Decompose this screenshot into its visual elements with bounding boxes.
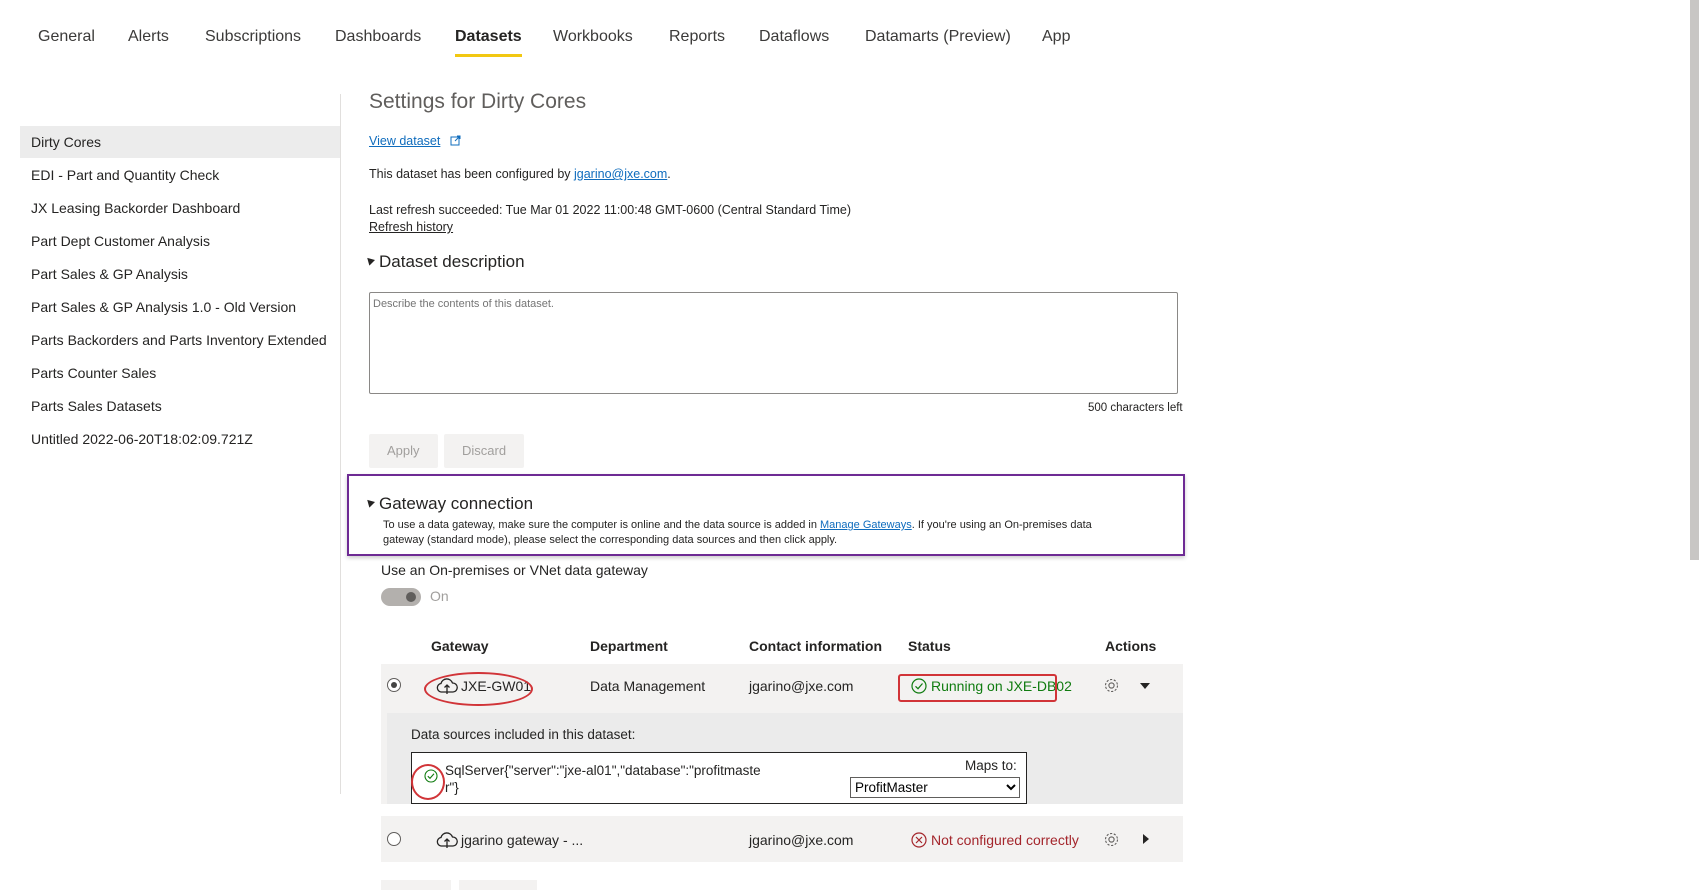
gateway-connection-toggle[interactable]: Gateway connection bbox=[364, 494, 534, 514]
gateway-name: jgarino gateway - ... bbox=[461, 832, 584, 848]
gateway-instructions-text: To use a data gateway, make sure the com… bbox=[383, 519, 821, 531]
gateway-toggle[interactable] bbox=[381, 588, 421, 606]
gateway-status: Not configured correctly bbox=[931, 832, 1079, 848]
configured-by-text: This dataset has been configured by bbox=[369, 167, 574, 181]
view-dataset-row: View dataset bbox=[369, 134, 461, 148]
scrollbar[interactable] bbox=[1690, 0, 1699, 560]
configured-by-email[interactable]: jgarino@jxe.com bbox=[574, 167, 667, 181]
gateway-connection-heading: Gateway connection bbox=[379, 494, 534, 513]
header-actions: Actions bbox=[1105, 638, 1157, 654]
collapse-triangle-icon bbox=[364, 255, 376, 266]
sidebar-item-untitled[interactable]: Untitled 2022-06-20T18:02:09.721Z bbox=[20, 423, 340, 455]
sidebar-item-dirty-cores[interactable]: Dirty Cores bbox=[20, 126, 340, 158]
annotation-rect-status bbox=[898, 674, 1057, 702]
chevron-right-icon[interactable] bbox=[1142, 833, 1150, 845]
data-source-item: SqlServer{"server":"jxe-al01","database"… bbox=[411, 752, 1027, 804]
tab-dashboards[interactable]: Dashboards bbox=[335, 28, 421, 54]
external-link-icon bbox=[450, 135, 461, 146]
gateway-instructions-text-3: gateway (standard mode), please select t… bbox=[383, 534, 838, 546]
dataset-description-input[interactable] bbox=[369, 292, 1178, 394]
header-status: Status bbox=[908, 638, 951, 654]
sidebar-item-parts-sales-datasets[interactable]: Parts Sales Datasets bbox=[20, 390, 340, 422]
configured-by: This dataset has been configured by jgar… bbox=[369, 167, 671, 181]
sidebar-item-edi[interactable]: EDI - Part and Quantity Check bbox=[20, 159, 340, 191]
tab-dataflows[interactable]: Dataflows bbox=[759, 28, 829, 54]
gateway-contact: jgarino@jxe.com bbox=[749, 678, 854, 694]
dataset-description-toggle[interactable]: Dataset description bbox=[364, 252, 525, 272]
gateway-row-jgarino: jgarino gateway - ... jgarino@jxe.com No… bbox=[381, 816, 1183, 862]
tab-alerts[interactable]: Alerts bbox=[128, 28, 169, 54]
gear-icon[interactable] bbox=[1103, 677, 1120, 694]
dataset-list: Dirty Cores EDI - Part and Quantity Chec… bbox=[20, 126, 340, 456]
maps-to-label: Maps to: bbox=[965, 758, 1017, 773]
data-source-name-line2: r"} bbox=[445, 780, 459, 795]
gateway-connection-highlight: Gateway connection To use a data gateway… bbox=[347, 474, 1185, 556]
data-sources-label: Data sources included in this dataset: bbox=[411, 727, 636, 742]
collapse-triangle-icon bbox=[364, 497, 376, 508]
sidebar-item-parts-counter[interactable]: Parts Counter Sales bbox=[20, 357, 340, 389]
data-source-name: SqlServer{"server":"jxe-al01","database"… bbox=[445, 762, 761, 796]
gear-icon[interactable] bbox=[1103, 831, 1120, 848]
maps-to-select[interactable]: ProfitMaster bbox=[850, 777, 1020, 798]
sidebar-item-part-dept[interactable]: Part Dept Customer Analysis bbox=[20, 225, 340, 257]
tab-datasets[interactable]: Datasets bbox=[455, 28, 522, 57]
chars-left: 500 characters left bbox=[1088, 402, 1183, 414]
gateway-radio-selected[interactable] bbox=[387, 678, 401, 692]
header-department: Department bbox=[590, 638, 668, 654]
apply-button[interactable]: Apply bbox=[369, 434, 438, 468]
toggle-state-label: On bbox=[430, 588, 449, 604]
tab-datamarts[interactable]: Datamarts (Preview) bbox=[865, 28, 1011, 54]
cloud-gateway-icon bbox=[436, 832, 458, 848]
sidebar-item-part-sales-gp[interactable]: Part Sales & GP Analysis bbox=[20, 258, 340, 290]
sidebar-item-part-sales-gp-old[interactable]: Part Sales & GP Analysis 1.0 - Old Versi… bbox=[20, 291, 340, 323]
sidebar-divider bbox=[340, 94, 341, 794]
tab-subscriptions[interactable]: Subscriptions bbox=[205, 28, 301, 54]
tab-general[interactable]: General bbox=[38, 28, 95, 54]
view-dataset-link[interactable]: View dataset bbox=[369, 134, 440, 148]
tab-reports[interactable]: Reports bbox=[669, 28, 725, 54]
data-source-name-line1: SqlServer{"server":"jxe-al01","database"… bbox=[445, 763, 761, 778]
tab-workbooks[interactable]: Workbooks bbox=[553, 28, 633, 54]
error-circle-icon bbox=[911, 832, 927, 848]
discard-button[interactable]: Discard bbox=[444, 434, 525, 468]
gateway-contact: jgarino@jxe.com bbox=[749, 832, 854, 848]
header-gateway: Gateway bbox=[431, 638, 489, 654]
gateway-instructions: To use a data gateway, make sure the com… bbox=[383, 518, 1173, 548]
data-sources-panel: Data sources included in this dataset: S… bbox=[387, 713, 1183, 804]
sidebar-item-parts-backorders[interactable]: Parts Backorders and Parts Inventory Ext… bbox=[20, 324, 340, 356]
annotation-oval-gateway bbox=[424, 672, 533, 706]
gateway-instructions-text-2: . If you're using an On-premises data bbox=[911, 519, 1092, 531]
annotation-oval-datasource bbox=[411, 764, 445, 800]
gateway-department: Data Management bbox=[590, 678, 706, 694]
use-gateway-label: Use an On-premises or VNet data gateway bbox=[381, 562, 648, 578]
refresh-history-link[interactable]: Refresh history bbox=[369, 220, 453, 234]
chevron-down-icon[interactable] bbox=[1139, 682, 1151, 690]
gateway-radio[interactable] bbox=[387, 832, 401, 846]
manage-gateways-link[interactable]: Manage Gateways bbox=[820, 519, 912, 531]
header-contact: Contact information bbox=[749, 638, 882, 654]
configured-by-suffix: . bbox=[667, 167, 671, 181]
toggle-knob bbox=[406, 592, 416, 602]
tab-app[interactable]: App bbox=[1042, 28, 1070, 54]
last-refresh-text: Last refresh succeeded: Tue Mar 01 2022 … bbox=[369, 203, 851, 217]
page-title: Settings for Dirty Cores bbox=[369, 90, 587, 113]
sidebar-item-jx-leasing[interactable]: JX Leasing Backorder Dashboard bbox=[20, 192, 340, 224]
dataset-description-heading: Dataset description bbox=[379, 252, 525, 271]
